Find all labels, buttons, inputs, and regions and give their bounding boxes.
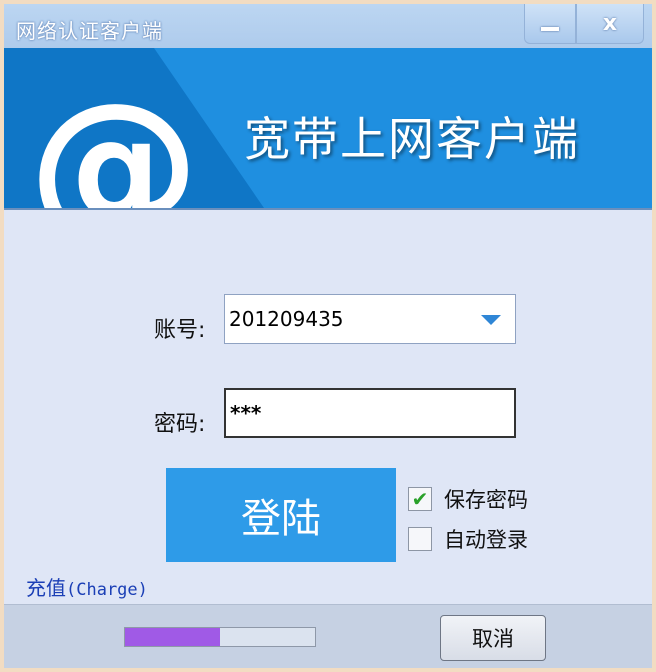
close-button[interactable]: x [576, 4, 644, 44]
progress-fill [125, 628, 220, 646]
dropdown-arrow-icon[interactable] [481, 315, 501, 325]
cancel-button[interactable]: 取消 [440, 615, 546, 661]
at-logo-icon: @ [28, 65, 200, 210]
footer-bar: 取消 [4, 604, 652, 668]
progress-bar [124, 627, 316, 647]
title-bar[interactable]: 网络认证客户端 x [4, 4, 652, 48]
charge-link[interactable]: 充值(Charge) [26, 572, 148, 601]
charge-link-cn[interactable]: 充值 [26, 576, 66, 600]
account-combobox[interactable]: 201209435 [224, 294, 516, 344]
window-title: 网络认证客户端 [16, 19, 163, 43]
auto-login-label[interactable]: 自动登录 [444, 524, 528, 554]
save-password-label[interactable]: 保存密码 [444, 484, 528, 514]
charge-link-en[interactable]: (Charge) [66, 580, 148, 600]
auto-login-option[interactable]: 自动登录 [408, 524, 528, 554]
banner-title: 宽带上网客户端 [244, 112, 580, 166]
password-value: *** [230, 401, 262, 425]
auto-login-checkbox[interactable] [408, 527, 432, 551]
password-label: 密码: [154, 412, 206, 437]
login-window: 网络认证客户端 x @ 宽带上网客户端 账号: 201209435 密码: **… [4, 4, 652, 668]
account-label: 账号: [154, 318, 206, 343]
account-value: 201209435 [229, 307, 344, 331]
banner: @ 宽带上网客户端 [4, 48, 652, 210]
password-input[interactable]: *** [224, 388, 516, 438]
save-password-option[interactable]: ✔ 保存密码 [408, 484, 528, 514]
login-button[interactable]: 登陆 [166, 468, 396, 562]
minimize-button[interactable] [524, 4, 576, 44]
save-password-checkbox[interactable]: ✔ [408, 487, 432, 511]
close-icon: x [602, 11, 618, 36]
minimize-icon [541, 26, 559, 31]
